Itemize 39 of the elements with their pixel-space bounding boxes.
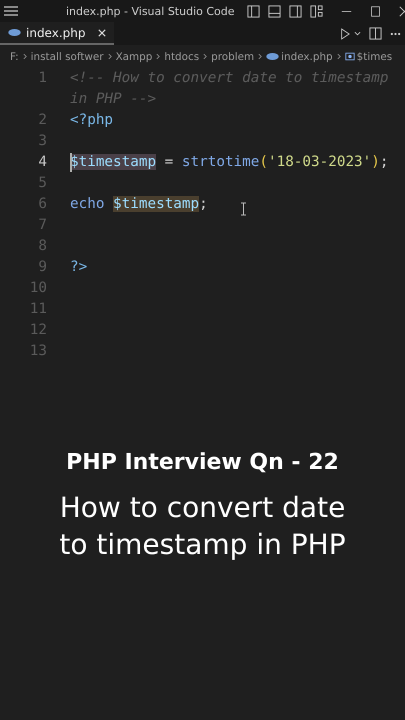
caption-heading: PHP Interview Qn - 22 [66, 450, 339, 475]
breadcrumb-item[interactable]: Xampp [116, 50, 152, 62]
caption-text: How to convert date [60, 490, 346, 526]
line-number: 6 [37, 195, 47, 214]
code-token: echo [70, 196, 106, 212]
breadcrumb-item[interactable]: htdocs [164, 50, 200, 62]
line-number: 1 [37, 69, 47, 88]
code-token: ?> [70, 259, 88, 275]
breadcrumb-item[interactable]: $times [356, 50, 392, 62]
caption-text: to timestamp in PHP [59, 527, 346, 563]
line-number: 9 [37, 258, 47, 277]
code-token: '18-03-2023' [268, 154, 372, 170]
breadcrumb-item[interactable]: index.php [281, 50, 333, 62]
code-token: <!-- How to convert date to timestamp in PHP --> [70, 70, 390, 107]
line-number: 8 [37, 237, 47, 256]
line-number: 5 [37, 174, 47, 193]
breadcrumb-item[interactable]: F: [10, 50, 19, 62]
line-number: 4 [37, 153, 47, 172]
breadcrumb-item[interactable]: install softwer [30, 50, 104, 62]
code-token: ; [380, 154, 388, 170]
code-token: ) [371, 154, 380, 170]
line-number: 13 [28, 342, 47, 361]
breadcrumb-item[interactable]: problem [211, 50, 254, 62]
line-number: 11 [28, 300, 47, 319]
window-title: index.php - Visual Studio Code [66, 4, 235, 18]
line-number: 2 [37, 111, 47, 130]
tab-label: index.php [26, 26, 86, 40]
code-token: ( [259, 154, 268, 170]
line-number: 3 [37, 132, 47, 151]
code-token: $timestamp [113, 196, 200, 212]
line-number: 12 [28, 321, 47, 340]
line-number: 7 [37, 216, 47, 235]
code-token: $timestamp [70, 154, 156, 170]
editor-tab[interactable]: index.php [0, 22, 114, 45]
code-token: = [164, 154, 174, 170]
code-token: <?php [70, 112, 114, 128]
line-number: 10 [28, 279, 47, 298]
code-token: ; [199, 196, 208, 212]
code-token: strtotime [182, 154, 260, 170]
